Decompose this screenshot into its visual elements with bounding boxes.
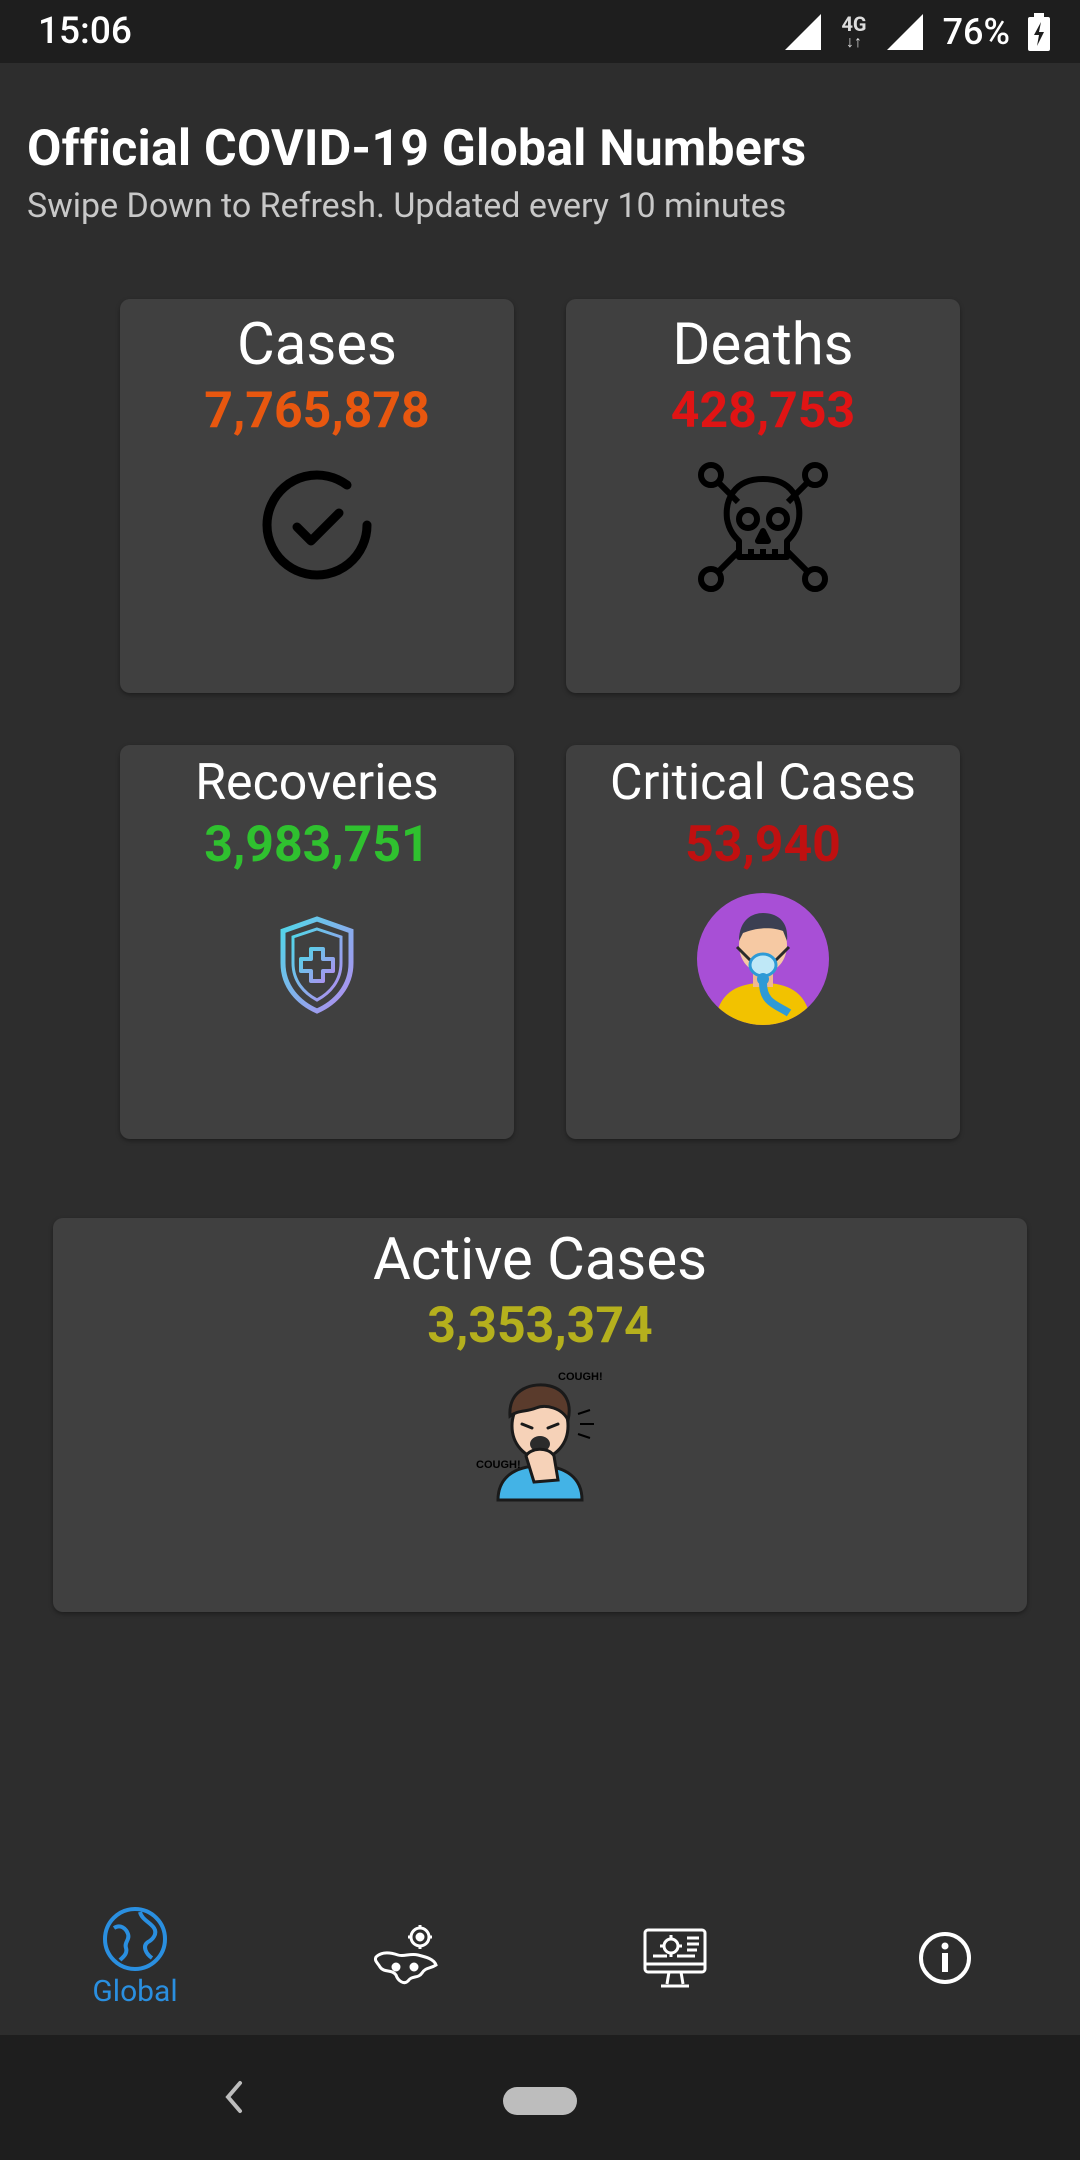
deaths-card[interactable]: Deaths 428,753 [566,299,960,693]
system-navigation-bar [0,2035,1080,2160]
bottom-navigation: Global [0,1880,1080,2035]
cases-label: Cases [237,311,397,379]
active-cases-label: Active Cases [372,1226,708,1294]
nav-item-global[interactable]: Global [0,1880,270,2035]
skull-crossbones-icon [693,457,833,601]
cases-value: 7,765,878 [204,382,430,440]
recoveries-label: Recoveries [195,754,439,812]
svg-text:COUGH!: COUGH! [476,1459,521,1471]
recoveries-card[interactable]: Recoveries 3,983,751 [120,745,514,1139]
home-button[interactable] [503,2087,577,2115]
nav-item-computer[interactable] [540,1880,810,2035]
deaths-value: 428,753 [670,382,856,440]
status-bar: 15:06 4G ↓↑ 76% [0,0,1080,63]
recoveries-value: 3,983,751 [204,816,430,874]
computer-virus-icon [643,1928,707,1987]
coughing-person-icon: COUGH! COUGH! [474,1370,606,1506]
page-header: Official COVID-19 Global Numbers Swipe D… [27,120,806,226]
battery-percentage: 76% [942,11,1010,53]
nav-item-countries[interactable] [270,1880,540,2035]
critical-cases-value: 53,940 [685,816,841,874]
signal-icon [785,14,822,50]
shield-plus-icon [277,915,357,1019]
active-cases-value: 3,353,374 [427,1297,653,1355]
nav-label-global: Global [92,1974,178,2009]
signal-icon-2 [886,14,923,50]
network-type-icon: 4G ↓↑ [841,12,867,51]
status-time: 15:06 [38,10,132,53]
status-icons: 4G ↓↑ 76% [783,8,1050,56]
check-circle-icon [249,457,385,597]
battery-charging-icon [1028,13,1050,51]
page-title: Official COVID-19 Global Numbers [27,120,807,178]
globe-icon [103,1907,167,1971]
cases-card[interactable]: Cases 7,765,878 [120,299,514,693]
critical-cases-label: Critical Cases [610,754,916,812]
svg-text:COUGH!: COUGH! [558,1371,603,1383]
info-icon [919,1931,971,1984]
back-icon[interactable] [222,2079,246,2115]
world-map-virus-icon [374,1924,438,1984]
network-type-label: 4G [841,12,867,36]
critical-cases-card[interactable]: Critical Cases 53,940 [566,745,960,1139]
active-cases-card[interactable]: Active Cases 3,353,374 COUGH! COUGH! [53,1218,1027,1612]
deaths-label: Deaths [672,311,854,379]
patient-oxygen-mask-icon [697,893,829,1029]
nav-item-info[interactable] [810,1880,1080,2035]
page-subtitle: Swipe Down to Refresh. Updated every 10 … [27,186,787,226]
